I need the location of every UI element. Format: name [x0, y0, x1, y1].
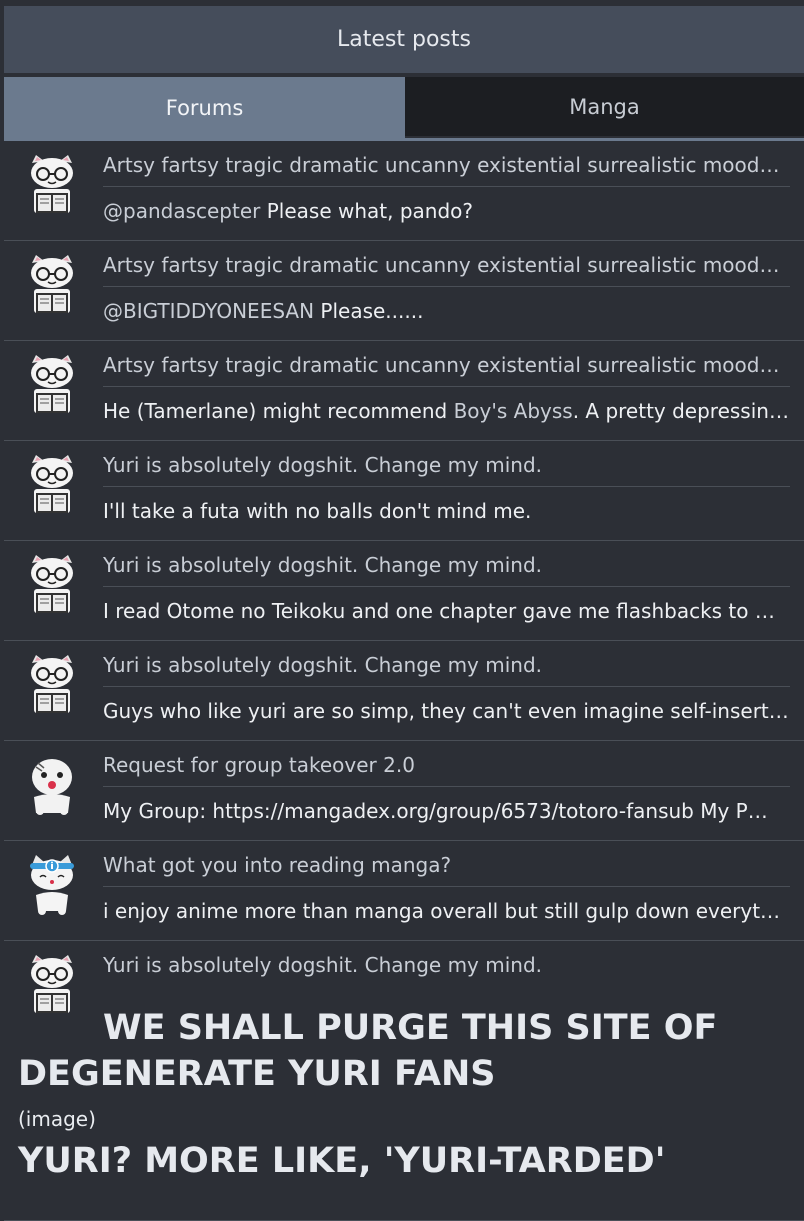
- post-excerpt[interactable]: He (Tamerlane) might recommend Boy's Aby…: [103, 399, 790, 423]
- list-item: Yuri is absolutely dogshit. Change my mi…: [4, 641, 804, 741]
- post-excerpt[interactable]: My Group: https://mangadex.org/group/657…: [103, 799, 790, 823]
- post-headline-2: YURI? MORE LIKE, 'YURI-TARDED': [18, 1141, 666, 1181]
- tab-forums[interactable]: Forums: [4, 77, 405, 138]
- thread-title-link[interactable]: Yuri is absolutely dogshit. Change my mi…: [103, 553, 790, 587]
- post-excerpt[interactable]: I'll take a futa with no balls don't min…: [103, 499, 790, 523]
- post-list: Artsy fartsy tragic dramatic uncanny exi…: [4, 141, 804, 1221]
- panel-header: Latest posts: [4, 6, 804, 73]
- mention-link[interactable]: @pandascepter: [103, 199, 260, 223]
- image-placeholder[interactable]: (image): [18, 1107, 96, 1131]
- list-item: What got you into reading manga? i enjoy…: [4, 841, 804, 941]
- reading-cat-avatar-icon[interactable]: [24, 353, 80, 419]
- manga-link[interactable]: Boy's Abyss: [454, 399, 573, 423]
- thread-title-link[interactable]: Artsy fartsy tragic dramatic uncanny exi…: [103, 353, 790, 387]
- ghost-cat-avatar-icon[interactable]: [24, 753, 80, 819]
- thread-title-link[interactable]: Artsy fartsy tragic dramatic uncanny exi…: [103, 153, 790, 187]
- post-excerpt[interactable]: @BIGTIDDYONEESAN Please......: [103, 299, 790, 323]
- list-item: Artsy fartsy tragic dramatic uncanny exi…: [4, 141, 804, 241]
- reading-cat-avatar-icon[interactable]: [24, 453, 80, 519]
- info-cat-avatar-icon[interactable]: [24, 853, 80, 919]
- thread-title-link[interactable]: What got you into reading manga?: [103, 853, 790, 887]
- thread-title-link[interactable]: Yuri is absolutely dogshit. Change my mi…: [103, 453, 790, 487]
- thread-title-link[interactable]: Yuri is absolutely dogshit. Change my mi…: [103, 653, 790, 687]
- post-text: . A pretty depressin…: [572, 399, 789, 423]
- reading-cat-avatar-icon[interactable]: [24, 553, 80, 619]
- latest-posts-panel: Latest posts Forums Manga Artsy fartsy t…: [0, 0, 804, 1221]
- post-text: Please what, pando?: [260, 199, 474, 223]
- list-item: Yuri is absolutely dogshit. Change my mi…: [4, 541, 804, 641]
- post-excerpt[interactable]: @pandascepter Please what, pando?: [103, 199, 790, 223]
- mention-link[interactable]: @BIGTIDDYONEESAN: [103, 299, 314, 323]
- reading-cat-avatar-icon[interactable]: [24, 253, 80, 319]
- post-text: He (Tamerlane) might recommend: [103, 399, 454, 423]
- post-headline: WE SHALL PURGE THIS SITE OF DEGENERATE Y…: [18, 1008, 718, 1094]
- reading-cat-avatar-icon[interactable]: [24, 153, 80, 219]
- post-excerpt[interactable]: i enjoy anime more than manga overall bu…: [103, 899, 790, 923]
- thread-title-link[interactable]: Yuri is absolutely dogshit. Change my mi…: [103, 953, 790, 987]
- thread-title-link[interactable]: Request for group takeover 2.0: [103, 753, 790, 787]
- thread-title-link[interactable]: Artsy fartsy tragic dramatic uncanny exi…: [103, 253, 790, 287]
- tab-bar: Forums Manga: [4, 77, 804, 141]
- list-item: Request for group takeover 2.0 My Group:…: [4, 741, 804, 841]
- panel-title: Latest posts: [337, 27, 471, 52]
- list-item: Artsy fartsy tragic dramatic uncanny exi…: [4, 241, 804, 341]
- post-excerpt[interactable]: Guys who like yuri are so simp, they can…: [103, 699, 790, 723]
- post-text: Please......: [314, 299, 424, 323]
- list-item: Yuri is absolutely dogshit. Change my mi…: [4, 941, 804, 1221]
- reading-cat-avatar-icon[interactable]: [24, 653, 80, 719]
- tab-manga[interactable]: Manga: [405, 77, 804, 136]
- list-item: Yuri is absolutely dogshit. Change my mi…: [4, 441, 804, 541]
- list-item: Artsy fartsy tragic dramatic uncanny exi…: [4, 341, 804, 441]
- post-excerpt[interactable]: I read Otome no Teikoku and one chapter …: [103, 599, 790, 623]
